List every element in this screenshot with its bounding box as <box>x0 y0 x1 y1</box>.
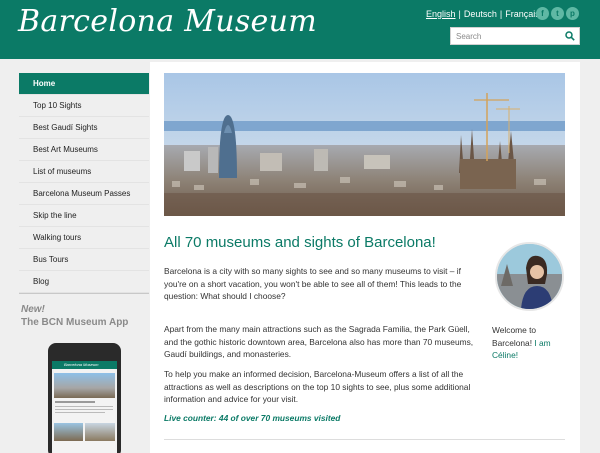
app-phone-screen: Barcelona Museum <box>52 361 117 453</box>
hero-skyline-image <box>164 73 565 216</box>
sidebar-item-list-of-museums[interactable]: List of museums <box>19 161 149 183</box>
content-divider <box>164 439 565 440</box>
twitter-icon[interactable]: t <box>551 7 564 20</box>
sidebar-item-blog[interactable]: Blog <box>19 271 149 293</box>
sidebar-item-top-10-sights[interactable]: Top 10 Sights <box>19 95 149 117</box>
main-content: All 70 museums and sights of Barcelona! … <box>150 62 580 453</box>
sidebar-item-best-art-museums[interactable]: Best Art Museums <box>19 139 149 161</box>
help-paragraph: To help you make an informed decision, B… <box>164 369 471 404</box>
author-avatar <box>495 242 564 311</box>
search-input[interactable] <box>451 28 561 44</box>
sidebar-item-bus-tours[interactable]: Bus Tours <box>19 249 149 271</box>
app-phone-text-line <box>55 406 113 407</box>
app-phone-thumb-image <box>54 423 83 441</box>
app-phone-hero-image <box>54 373 115 398</box>
lang-deutsch[interactable]: Deutsch <box>464 9 497 19</box>
welcome-text: Welcome to Barcelona! <box>492 325 537 348</box>
app-promo-title[interactable]: The BCN Museum App <box>21 317 128 328</box>
language-switcher: English | Deutsch | Français <box>426 9 540 19</box>
intro-paragraph: Barcelona is a city with so many sights … <box>164 266 462 301</box>
facebook-icon[interactable]: f <box>536 7 549 20</box>
search-box <box>450 27 580 45</box>
app-phone-text-line <box>55 401 95 403</box>
sidebar-item-home[interactable]: Home <box>19 73 149 95</box>
sidebar-item-walking-tours[interactable]: Walking tours <box>19 227 149 249</box>
pinterest-icon[interactable]: p <box>566 7 579 20</box>
app-phone-logo: Barcelona Museum <box>64 362 99 367</box>
app-phone-text-line <box>55 412 105 413</box>
app-phone-thumb-image <box>85 423 115 441</box>
site-logo[interactable]: Barcelona Museum <box>18 4 317 39</box>
app-phone-header: Barcelona Museum <box>52 361 117 369</box>
lang-english[interactable]: English <box>426 9 456 19</box>
sidebar-item-museum-passes[interactable]: Barcelona Museum Passes <box>19 183 149 205</box>
lang-francais[interactable]: Français <box>505 9 540 19</box>
app-phone-mockup[interactable]: Barcelona Museum <box>48 343 121 453</box>
sidebar-item-skip-the-line[interactable]: Skip the line <box>19 205 149 227</box>
sidebar-item-best-gaudi-sights[interactable]: Best Gaudí Sights <box>19 117 149 139</box>
app-phone-text-line <box>55 409 113 410</box>
site-header: Barcelona Museum English | Deutsch | Françai… <box>0 0 600 59</box>
search-icon[interactable] <box>565 31 575 41</box>
welcome-note: Welcome to Barcelona! I am Céline! <box>492 324 568 362</box>
app-new-label: New! <box>21 304 45 315</box>
sidebar-divider <box>19 293 149 294</box>
sidebar-nav: Home Top 10 Sights Best Gaudí Sights Bes… <box>19 73 149 294</box>
live-counter: Live counter: 44 of over 70 museums visi… <box>164 413 341 423</box>
page-headline: All 70 museums and sights of Barcelona! <box>164 234 436 251</box>
attractions-paragraph: Apart from the many main attractions suc… <box>164 324 474 359</box>
